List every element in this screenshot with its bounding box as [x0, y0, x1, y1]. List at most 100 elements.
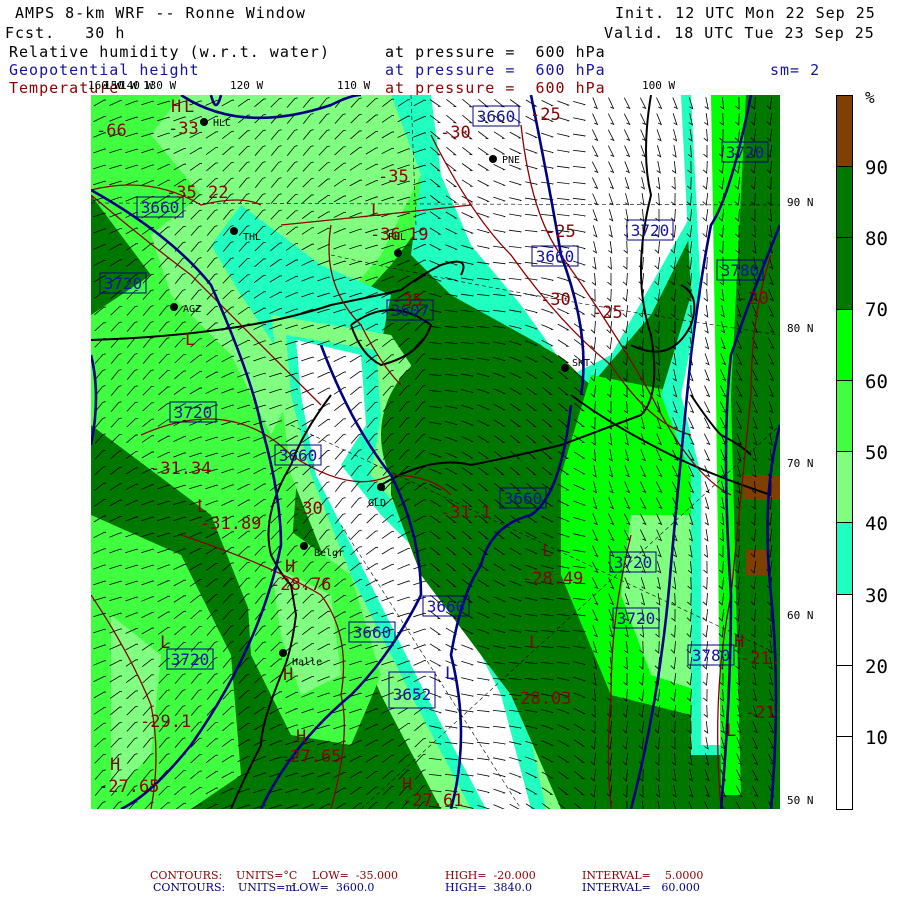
colorbar-label: 20 [865, 656, 888, 678]
extremum-mark: H [110, 755, 120, 775]
extremum-mark: L [529, 633, 539, 653]
lat-label: 70 N [787, 457, 814, 470]
lat-label: 90 N [787, 196, 814, 209]
height-contour-label: 3780 [721, 261, 760, 280]
colorbar-label: 40 [865, 513, 888, 535]
colorbar-segment [837, 167, 852, 238]
colorbar-label: 60 [865, 371, 888, 393]
colorbar-label: 50 [865, 442, 888, 464]
station-label: Belgr [314, 548, 344, 559]
temperature-contour-label: -36 [370, 225, 401, 245]
extremum-mark: L [185, 330, 195, 350]
colorbar [836, 95, 853, 810]
colorbar-segment [837, 595, 852, 666]
height-contour-label: 3720 [104, 274, 143, 293]
weather-map-figure: AMPS 8-km WRF -- Ronne Window Fcst. 30 h… [0, 0, 900, 900]
lon-label: 100 W [642, 79, 676, 92]
temperature-contour-label: -21.26 [740, 649, 780, 669]
extremum-mark: H [734, 632, 744, 652]
height-contour-label: 3720 [614, 553, 653, 572]
extremum-mark: H [285, 557, 295, 577]
height-contour-label: 3720 [171, 650, 210, 669]
footer-height-units: UNITS=m [238, 881, 296, 894]
extremum-mark: H [296, 727, 306, 747]
lon-label: 120 W [230, 79, 264, 92]
station-label: GLD [368, 498, 386, 509]
temperature-contour-label: -66 [96, 121, 127, 141]
station-marker [394, 249, 402, 257]
colorbar-segment [837, 381, 852, 452]
station-label: HLC [213, 118, 231, 129]
colorbar-segment [837, 666, 852, 737]
temperature-contour-label: -25 [530, 105, 561, 125]
temperature-contour-label: -29.1 [140, 712, 191, 732]
colorbar-label: 30 [865, 585, 888, 607]
height-contour-label: 3720 [631, 221, 670, 240]
station-marker [170, 303, 178, 311]
colorbar-segment [837, 523, 852, 595]
temperature-contour-label: 19 [408, 225, 428, 245]
temperature-contour-label: -35 [378, 167, 409, 187]
height-contour-label: 3660 [279, 446, 318, 465]
height-contour-label: 3660 [504, 489, 543, 508]
colorbar-label: 10 [865, 727, 888, 749]
rh-region-brown [746, 550, 768, 575]
temperature-contour-label: -27.65 [98, 777, 159, 797]
colorbar-segment [837, 310, 852, 381]
station-marker [489, 155, 497, 163]
height-contour-label: 3660 [536, 247, 575, 266]
temperature-contour-label: -31.89 [200, 514, 261, 534]
smoothing-label: sm= 2 [770, 61, 821, 79]
init-time: Init. 12 UTC Mon 22 Sep 25 [615, 4, 876, 22]
temperature-contour-label: -31.1 [440, 503, 491, 523]
colorbar-segment [837, 737, 852, 809]
height-contour-label: 3720 [617, 609, 656, 628]
temperature-contour-label: -25 [545, 222, 576, 242]
temperature-contour-label: -27.65 [280, 747, 341, 767]
valid-time: Valid. 18 UTC Tue 23 Sep 25 [604, 24, 875, 42]
colorbar-label: 90 [865, 157, 888, 179]
footer-height-contours: CONTOURS: [153, 881, 226, 894]
field-height-level: at pressure = 600 hPa [385, 61, 606, 79]
lat-label: 50 N [787, 794, 814, 807]
field-rh-level: at pressure = 600 hPa [385, 43, 606, 61]
colorbar-segment [837, 96, 852, 167]
height-contour-label: 3720 [726, 143, 765, 162]
lat-label: 80 N [787, 322, 814, 335]
temperature-contour-label: -33 [168, 119, 199, 139]
height-contour-label: 3720 [174, 403, 213, 422]
rh-map-plot: HLCPNETHL PHLAGZSKTGLDBelgrHalle366036603… [91, 95, 780, 809]
extremum-mark: H [171, 97, 181, 117]
temperature-contour-label: -21 [745, 703, 776, 723]
station-label: PNE [502, 155, 520, 166]
field-temp-level: at pressure = 600 hPa [385, 79, 606, 97]
colorbar-label: 70 [865, 299, 888, 321]
forecast-hour: Fcst. 30 h [5, 24, 126, 42]
height-contour-label: 3652 [393, 685, 432, 704]
colorbar-label: 80 [865, 228, 888, 250]
lon-label: 130 W [143, 79, 177, 92]
extremum-mark: L [184, 97, 194, 117]
figure-title: AMPS 8-km WRF -- Ronne Window [15, 4, 306, 22]
footer-height-high: HIGH= 3840.0 [445, 881, 533, 894]
colorbar-segment [837, 452, 852, 523]
colorbar-segment [837, 238, 852, 310]
station-marker [300, 542, 308, 550]
extremum-mark: L [445, 664, 455, 684]
temperature-contour-label: -28.49 [522, 569, 583, 589]
colorbar-unit: % [865, 88, 875, 107]
lat-label: 60 N [787, 609, 814, 622]
extremum-mark: L [371, 201, 381, 221]
extremum-mark: L [726, 721, 736, 741]
field-rh-name: Relative humidity (w.r.t. water) [9, 43, 330, 61]
footer-height-low: LOW= 3600.0 [292, 881, 375, 894]
footer-height-interval: INTERVAL= 60.000 [582, 881, 700, 894]
extremum-mark: L [542, 541, 552, 561]
temperature-contour-label: -28.76 [270, 575, 331, 595]
extremum-mark: L [160, 633, 170, 653]
station-label: AGZ [183, 304, 201, 315]
temperature-contour-label: -28.03 [510, 689, 571, 709]
height-contour-label: 3780 [692, 646, 731, 665]
station-label: SKT [572, 358, 590, 369]
temperature-contour-label: -25 [592, 303, 623, 323]
